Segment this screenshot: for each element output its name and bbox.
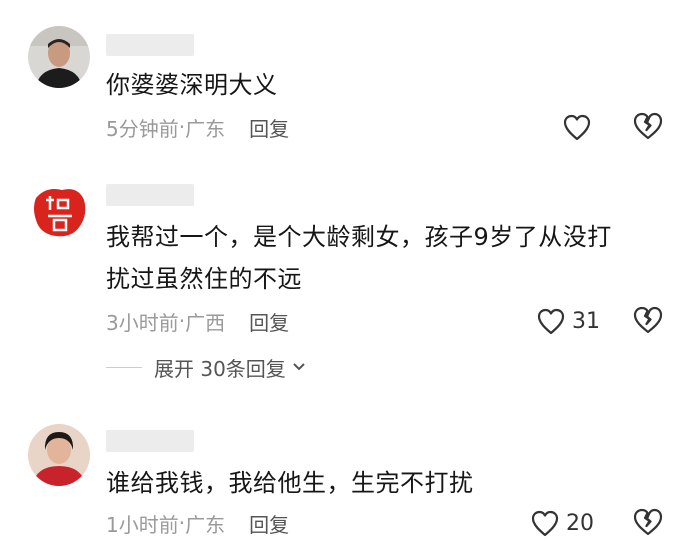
comment-region: 广东: [185, 116, 226, 141]
avatar[interactable]: [28, 26, 90, 88]
like-button[interactable]: 31: [536, 305, 600, 337]
comment-meta: 5分钟前 · 广东 回复: [106, 112, 289, 142]
heart-outline-icon: [531, 510, 559, 537]
dislike-button[interactable]: [632, 305, 664, 337]
expand-replies-label: 展开 30条回复: [154, 356, 286, 381]
heart-outline-icon: [537, 308, 565, 335]
like-button[interactable]: [562, 111, 592, 143]
reply-button[interactable]: 回复: [249, 509, 289, 538]
like-button[interactable]: 20: [530, 507, 594, 539]
chevron-down-icon: [293, 363, 305, 371]
username-placeholder[interactable]: [106, 184, 194, 206]
comment-region: 广东: [185, 512, 226, 537]
broken-heart-icon: [633, 306, 663, 334]
comment-time: 5分钟前: [106, 116, 179, 141]
expand-divider: [106, 366, 142, 368]
comment-meta: 3小时前 · 广西 回复: [106, 306, 289, 336]
broken-heart-icon: [633, 508, 663, 536]
comment-text: 我帮过一个，是个大龄剩女，孩子9岁了从没打 扰过虽然住的不远: [106, 216, 666, 300]
dislike-button[interactable]: [632, 111, 664, 143]
like-count: 31: [572, 308, 600, 334]
expand-replies-button[interactable]: 展开 30条回复: [106, 352, 306, 382]
comment-time: 3小时前: [106, 310, 179, 335]
reply-button[interactable]: 回复: [249, 307, 289, 336]
avatar[interactable]: [28, 180, 90, 242]
dislike-button[interactable]: [632, 507, 664, 539]
comment-text: 谁给我钱，我给他生，生完不打扰: [106, 469, 474, 497]
broken-heart-icon: [633, 112, 663, 140]
comment-text-line: 我帮过一个，是个大龄剩女，孩子9岁了从没打: [106, 223, 612, 251]
comment-region: 广西: [185, 310, 226, 335]
comment-list: 你婆婆深明大义 5分钟前 · 广东 回复 我帮过一个，是个大龄剩女，孩子9岁了从…: [0, 0, 690, 559]
comment-text-line: 扰过虽然住的不远: [106, 265, 302, 293]
username-placeholder[interactable]: [106, 430, 194, 452]
like-count: 20: [566, 510, 594, 536]
comment-meta: 1小时前 · 广东 回复: [106, 508, 289, 538]
heart-outline-icon: [563, 114, 591, 141]
reply-button[interactable]: 回复: [249, 113, 289, 142]
avatar[interactable]: [28, 424, 90, 486]
username-placeholder[interactable]: [106, 34, 194, 56]
comment-text: 你婆婆深明大义: [106, 71, 278, 99]
comment-time: 1小时前: [106, 512, 179, 537]
